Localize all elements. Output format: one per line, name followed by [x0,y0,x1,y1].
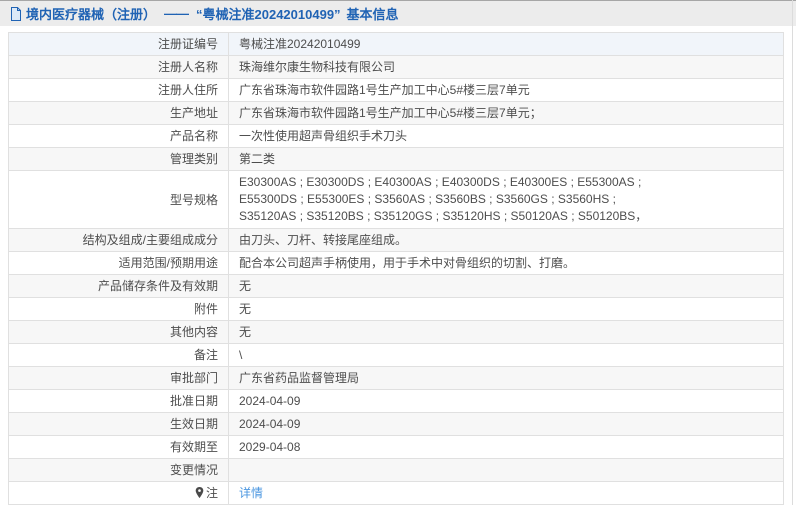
row-management-class: 管理类别 第二类 [8,147,784,171]
row-production-address: 生产地址 广东省珠海市软件园路1号生产加工中心5#楼三层7单元； [8,101,784,125]
header-prefix: 境内医疗器械（注册） [26,7,157,22]
registration-info-table: 注册证编号 粤械注准20242010499 注册人名称 珠海维尔康生物科技有限公… [8,32,784,505]
row-label: 注册人住所 [8,78,229,102]
row-value: 2029-04-08 [228,435,784,459]
row-label: 批准日期 [8,389,229,413]
row-registrant-name: 注册人名称 珠海维尔康生物科技有限公司 [8,55,784,79]
row-change-status: 变更情况 [8,458,784,482]
header-suffix: 基本信息 [346,7,399,22]
row-registrant-address: 注册人住所 广东省珠海市软件园路1号生产加工中心5#楼三层7单元 [8,78,784,102]
row-structure-composition: 结构及组成/主要组成成分 由刀头、刀杆、转接尾座组成。 [8,228,784,252]
row-note-details: 注 详情 [8,481,784,505]
header-dash: —— [164,6,189,21]
row-label: 型号规格 [8,170,229,229]
document-icon [10,6,22,21]
row-value: 2024-04-09 [228,389,784,413]
row-value: \ [228,343,784,367]
row-value: 珠海维尔康生物科技有限公司 [228,55,784,79]
row-label: 有效期至 [8,435,229,459]
row-model-specs: 型号规格 E30300AS ; E30300DS ; E40300AS ; E4… [8,170,784,229]
row-value: 无 [228,320,784,344]
row-effective-date: 生效日期 2024-04-09 [8,412,784,436]
details-link[interactable]: 详情 [239,486,263,500]
row-label: 变更情况 [8,458,229,482]
row-approval-date: 批准日期 2024-04-09 [8,389,784,413]
model-line: S35120AS ; S35120BS ; S35120GS ; S35120H… [239,209,648,223]
row-value: E30300AS ; E30300DS ; E40300AS ; E40300D… [228,170,784,229]
page-right-edge [792,0,793,505]
row-label: 生产地址 [8,101,229,125]
row-value: 广东省珠海市软件园路1号生产加工中心5#楼三层7单元 [228,78,784,102]
row-product-name: 产品名称 一次性使用超声骨组织手术刀头 [8,124,784,148]
row-value: 一次性使用超声骨组织手术刀头 [228,124,784,148]
row-other-content: 其他内容 无 [8,320,784,344]
note-label: 注 [205,486,218,500]
row-label: 备注 [8,343,229,367]
row-value: 无 [228,297,784,321]
model-line: E55300DS ; E55300ES ; S3560AS ; S3560BS … [239,192,616,206]
row-intended-use: 适用范围/预期用途 配合本公司超声手柄使用，用于手术中对骨组织的切割、打磨。 [8,251,784,275]
row-label: 产品名称 [8,124,229,148]
row-expiry-date: 有效期至 2029-04-08 [8,435,784,459]
row-label: 审批部门 [8,366,229,390]
row-approval-department: 审批部门 广东省药品监督管理局 [8,366,784,390]
row-label: 注册人名称 [8,55,229,79]
header-reg-number: “粤械注准20242010499” [196,7,341,22]
row-registration-number: 注册证编号 粤械注准20242010499 [8,32,784,56]
page-header: 境内医疗器械（注册） —— “粤械注准20242010499” 基本信息 [0,0,796,26]
pin-icon [195,487,204,498]
row-value: 详情 [228,481,784,505]
row-value: 由刀头、刀杆、转接尾座组成。 [228,228,784,252]
row-label: 结构及组成/主要组成成分 [8,228,229,252]
row-remarks: 备注 \ [8,343,784,367]
row-value: 2024-04-09 [228,412,784,436]
row-value: 广东省珠海市软件园路1号生产加工中心5#楼三层7单元； [228,101,784,125]
row-label: 产品储存条件及有效期 [8,274,229,298]
row-label: 适用范围/预期用途 [8,251,229,275]
row-value: 无 [228,274,784,298]
model-line: E30300AS ; E30300DS ; E40300AS ; E40300D… [239,175,642,189]
row-storage-conditions: 产品储存条件及有效期 无 [8,274,784,298]
row-label: 管理类别 [8,147,229,171]
row-attachments: 附件 无 [8,297,784,321]
row-value: 广东省药品监督管理局 [228,366,784,390]
row-label: 其他内容 [8,320,229,344]
row-label: 注册证编号 [8,32,229,56]
row-value: 配合本公司超声手柄使用，用于手术中对骨组织的切割、打磨。 [228,251,784,275]
row-label: 附件 [8,297,229,321]
row-label: 注 [8,481,229,505]
row-value: 粤械注准20242010499 [228,32,784,56]
row-value [228,458,784,482]
row-label: 生效日期 [8,412,229,436]
row-value: 第二类 [228,147,784,171]
